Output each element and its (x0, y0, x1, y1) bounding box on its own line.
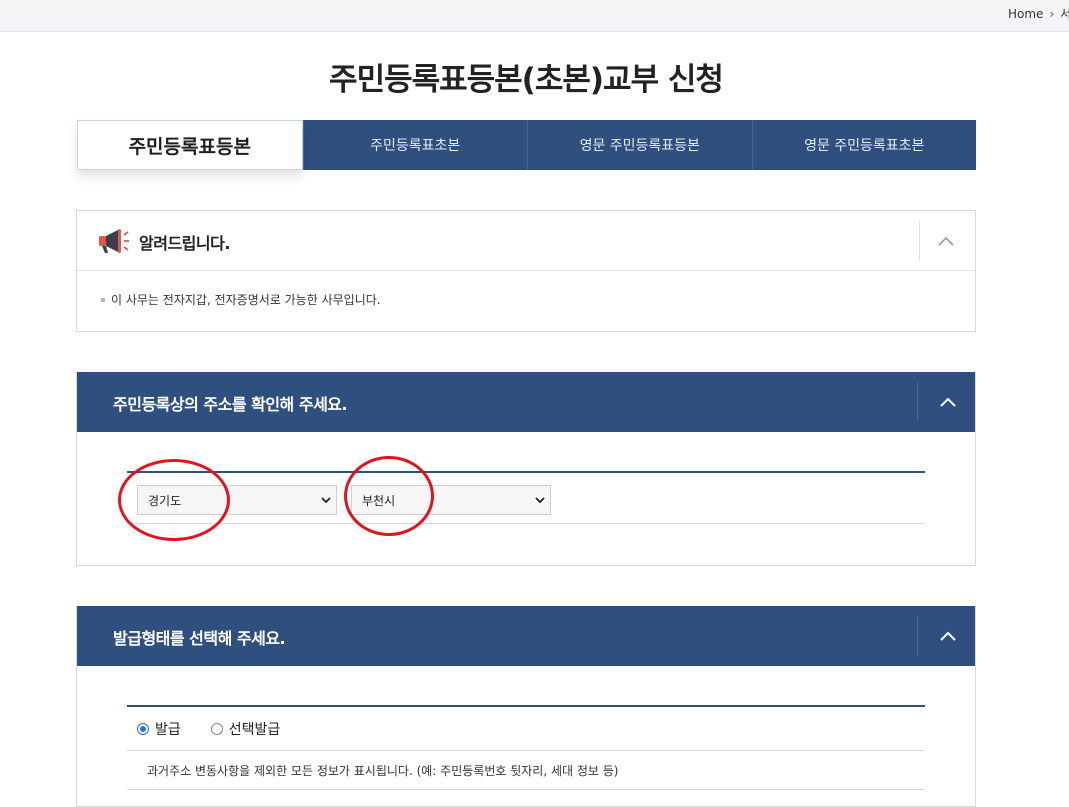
issue-section-header: 발급형태를 선택해 주세요. (77, 606, 975, 666)
issue-section-title: 발급형태를 선택해 주세요. (113, 629, 286, 648)
highlight-circle (344, 456, 434, 536)
tab-bar: 주민등록표등본 주민등록표초본 영문 주민등록표등본 영문 주민등록표초본 (77, 120, 976, 170)
tab-resident-copy[interactable]: 주민등록표등본 (77, 120, 303, 170)
address-section-title: 주민등록상의 주소를 확인해 주세요. (113, 395, 348, 414)
notice-header: 알려드립니다. (77, 211, 975, 271)
notice-text: 이 사무는 전자지갑, 전자증명서로 가능한 사무입니다. (111, 293, 381, 307)
divider (917, 616, 918, 656)
chevron-down-icon (321, 497, 331, 504)
bullet-icon (101, 297, 105, 302)
address-section-header: 주민등록상의 주소를 확인해 주세요. (77, 372, 975, 432)
chevron-right-icon: › (1049, 6, 1055, 21)
address-section: 주민등록상의 주소를 확인해 주세요. 경기도 부천시 (76, 372, 976, 566)
notice-box: 알려드립니다. 이 사무는 전자지갑, 전자증명서로 가능한 사무입니다. (76, 210, 976, 332)
tab-english-resident-abstract[interactable]: 영문 주민등록표초본 (751, 120, 977, 170)
chevron-up-icon[interactable] (937, 392, 959, 412)
radio-unchecked-icon[interactable] (210, 722, 223, 735)
chevron-down-icon (535, 497, 545, 504)
breadcrumb-next[interactable]: 서 (1060, 5, 1069, 22)
radio-issue-label: 발급 (155, 721, 181, 738)
top-bar: Home › 서 (0, 0, 1069, 32)
notice-title: 알려드립니다. (139, 234, 230, 253)
radio-selective-label: 선택발급 (228, 721, 281, 738)
divider (919, 221, 920, 261)
tab-resident-abstract[interactable]: 주민등록표초본 (302, 120, 528, 170)
radio-checked-icon[interactable] (137, 722, 149, 735)
radio-issue[interactable]: 발급 (137, 719, 181, 739)
address-select-row: 경기도 부천시 (127, 471, 925, 524)
divider (917, 382, 918, 422)
issue-description: 과거주소 변동사항을 제외한 모든 정보가 표시됩니다. (예: 주민등록번호 … (127, 752, 925, 790)
highlight-circle (118, 459, 230, 541)
megaphone-icon (99, 229, 129, 253)
issue-type-section: 발급형태를 선택해 주세요. 발급 선택발급 과거주소 변동사항을 제외한 모든… (76, 606, 976, 807)
tab-english-resident-copy[interactable]: 영문 주민등록표등본 (527, 120, 752, 170)
page-title: 주민등록표등본(초본)교부 신청 (329, 62, 724, 98)
issue-type-radio-group: 발급 선택발급 (127, 705, 925, 751)
notice-body: 이 사무는 전자지갑, 전자증명서로 가능한 사무입니다. (77, 271, 975, 328)
breadcrumb-home[interactable]: Home (1008, 7, 1043, 21)
chevron-up-icon[interactable] (937, 626, 959, 646)
breadcrumb: Home › 서 (1008, 5, 1069, 22)
radio-selective-issue[interactable]: 선택발급 (210, 719, 281, 739)
chevron-up-icon[interactable] (935, 231, 957, 251)
